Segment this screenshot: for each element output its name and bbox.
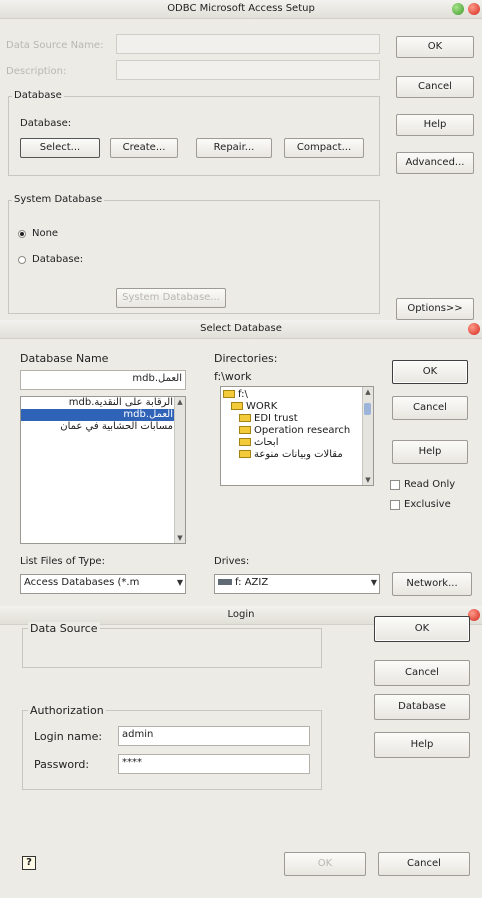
directory-item[interactable]: مقالات وبيانات منوعة: [221, 449, 373, 461]
footer-ok-button[interactable]: OK: [284, 852, 366, 876]
file-list-item[interactable]: مسابات الحشابية في عمان: [21, 421, 175, 433]
dsn-input[interactable]: [116, 34, 380, 54]
directory-item[interactable]: EDI trust: [221, 413, 373, 425]
database-button[interactable]: Database: [374, 694, 470, 720]
advanced-button[interactable]: Advanced...: [396, 152, 474, 174]
folder-icon: [239, 438, 251, 446]
read-only-checkbox[interactable]: [390, 480, 400, 490]
login-ok-button[interactable]: OK: [374, 616, 470, 642]
create-button[interactable]: Create...: [110, 138, 178, 158]
odbc-title: ODBC Microsoft Access Setup: [167, 3, 315, 14]
description-input[interactable]: [116, 60, 380, 80]
password-label: Password:: [34, 758, 90, 771]
drives-label: Drives:: [214, 556, 250, 567]
authorization-group-label: Authorization: [28, 704, 106, 717]
selectdb-title: Select Database: [200, 323, 282, 334]
select-database-dialog: Select Database Database Name العمل.mdb …: [0, 320, 482, 606]
footer-cancel-button[interactable]: Cancel: [378, 852, 470, 876]
chevron-down-icon[interactable]: ▼: [177, 578, 183, 587]
login-cancel-button[interactable]: Cancel: [374, 660, 470, 686]
file-list-item[interactable]: العمل.mdb: [21, 409, 175, 421]
chevron-down-icon[interactable]: ▼: [371, 578, 377, 587]
directory-list[interactable]: f:\ WORK EDI trust Operation research ابحاث م…: [220, 386, 374, 486]
dir-list-scrollbar[interactable]: ▲ ▼: [362, 387, 373, 485]
compact-button[interactable]: Compact...: [284, 138, 364, 158]
directory-label: ابحاث: [254, 437, 279, 448]
odbc-setup-dialog: ODBC Microsoft Access Setup Data Source …: [0, 0, 482, 320]
odbc-help-button[interactable]: Help: [396, 114, 474, 136]
close-icon[interactable]: [468, 3, 480, 15]
system-database-group-label: System Database: [12, 194, 105, 205]
selectdb-cancel-button[interactable]: Cancel: [392, 396, 468, 420]
odbc-ok-button[interactable]: OK: [396, 36, 474, 58]
system-database-button[interactable]: System Database...: [116, 288, 226, 308]
exclusive-label: Exclusive: [404, 499, 451, 510]
close-icon[interactable]: [468, 323, 480, 335]
folder-icon: [239, 414, 251, 422]
scroll-down-icon[interactable]: ▼: [364, 476, 372, 484]
open-folder-icon: [223, 390, 235, 398]
login-name-input[interactable]: admin: [118, 726, 310, 746]
drive-value: f: AZIZ: [235, 577, 269, 588]
database-file-list[interactable]: الرقابة على النقدية.mdb العمل.mdb مسابات ا…: [20, 396, 186, 544]
odbc-titlebar: ODBC Microsoft Access Setup: [0, 0, 482, 19]
read-only-label: Read Only: [404, 479, 456, 490]
odbc-cancel-button[interactable]: Cancel: [396, 76, 474, 98]
authorization-group: [22, 710, 322, 790]
password-input[interactable]: ****: [118, 754, 310, 774]
none-radio[interactable]: [18, 230, 26, 238]
file-list-scrollbar[interactable]: ▲ ▼: [174, 397, 185, 543]
selectdb-titlebar: Select Database: [0, 320, 482, 339]
data-source-group-label: Data Source: [28, 622, 100, 635]
database-radio-label: Database:: [32, 254, 84, 265]
select-button[interactable]: Select...: [20, 138, 100, 158]
scroll-up-icon[interactable]: ▲: [364, 388, 372, 396]
login-dialog: Login Data Source Authorization Login na…: [0, 606, 482, 898]
selectdb-ok-button[interactable]: OK: [392, 360, 468, 384]
scroll-up-icon[interactable]: ▲: [176, 398, 184, 406]
login-help-button[interactable]: Help: [374, 732, 470, 758]
database-name-label: Database Name: [20, 352, 109, 365]
directory-label: WORK: [246, 401, 278, 412]
list-files-type-label: List Files of Type:: [20, 556, 105, 567]
database-group-label: Database: [12, 90, 64, 101]
repair-button[interactable]: Repair...: [196, 138, 272, 158]
database-radio[interactable]: [18, 256, 26, 264]
scroll-down-icon[interactable]: ▼: [176, 534, 184, 542]
help-icon[interactable]: ?: [22, 856, 36, 870]
none-radio-label: None: [32, 228, 59, 239]
folder-icon: [239, 450, 251, 458]
directory-label: EDI trust: [254, 413, 298, 424]
options-button[interactable]: Options>>: [396, 298, 474, 320]
file-type-value: Access Databases (*.m: [24, 577, 140, 588]
directory-label: مقالات وبيانات منوعة: [254, 449, 343, 460]
zoom-icon[interactable]: [452, 3, 464, 15]
login-name-label: Login name:: [34, 730, 103, 743]
file-type-select[interactable]: Access Databases (*.m ▼: [20, 574, 186, 594]
drive-icon: [218, 579, 232, 585]
directory-item[interactable]: WORK: [221, 401, 373, 413]
folder-icon: [239, 426, 251, 434]
directory-label: f:\: [238, 389, 248, 400]
description-label: Description:: [6, 66, 67, 77]
database-name-input[interactable]: العمل.mdb: [20, 370, 186, 390]
current-directory: f:\work: [214, 370, 252, 383]
scroll-thumb[interactable]: [364, 403, 371, 415]
dsn-label: Data Source Name:: [6, 40, 104, 51]
open-folder-icon: [231, 402, 243, 410]
directory-item[interactable]: f:\: [221, 389, 373, 401]
database-label: Database:: [20, 118, 72, 129]
network-button[interactable]: Network...: [392, 572, 472, 596]
directory-label: Operation research: [254, 425, 351, 436]
drives-select[interactable]: f: AZIZ ▼: [214, 574, 380, 594]
exclusive-checkbox[interactable]: [390, 500, 400, 510]
database-group: [8, 96, 380, 176]
directories-label: Directories:: [214, 352, 278, 365]
directory-item[interactable]: Operation research: [221, 425, 373, 437]
selectdb-help-button[interactable]: Help: [392, 440, 468, 464]
file-list-item[interactable]: الرقابة على النقدية.mdb: [21, 397, 175, 409]
directory-item[interactable]: ابحاث: [221, 437, 373, 449]
